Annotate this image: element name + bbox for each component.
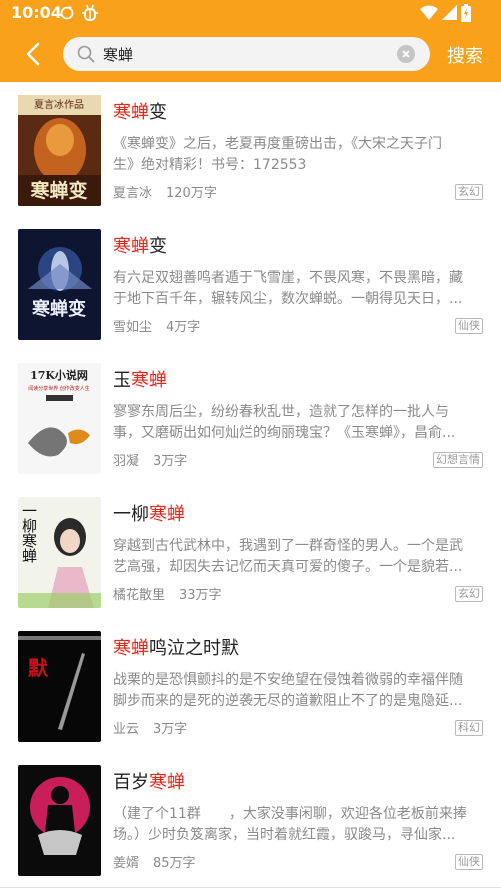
- wifi-icon: [420, 5, 438, 25]
- book-word-count: 85万字: [153, 856, 196, 871]
- book-description: 穿越到古代武林中，我遇到了一群奇怪的男人。一个是武 艺高强，却因失去记忆而天真可…: [113, 538, 463, 575]
- title-keyword-highlight: 寒蝉: [131, 370, 167, 391]
- genre-tag: 仙侠: [455, 318, 483, 334]
- genre-tag: 玄幻: [455, 586, 483, 602]
- book-author: 姜婿: [113, 856, 140, 871]
- bug-icon: [81, 3, 99, 27]
- title-keyword-highlight: 寒蝉: [113, 236, 149, 257]
- cover-brand: 17K小说网: [30, 368, 88, 382]
- book-word-count: 3万字: [153, 722, 188, 737]
- book-meta: 羽凝 3万字: [113, 450, 187, 469]
- battery-icon: [461, 4, 471, 26]
- book-description: 战栗的是恐惧颤抖的是不安绝望在侵蚀着微弱的幸福伴随 脚步而来的是死的逆袭无尽的道…: [113, 672, 463, 709]
- book-cover: [18, 765, 101, 876]
- search-input[interactable]: [103, 40, 383, 68]
- genre-tag: 幻想言情: [433, 452, 483, 468]
- book-cover: 默: [18, 631, 101, 742]
- cover-slogan: 阅读分享世界 创作改变人生: [28, 385, 90, 392]
- title-keyword-highlight: 寒蝉: [149, 504, 185, 525]
- status-bar: 10:04: [0, 0, 501, 27]
- book-description: 有六足双翅善鸣者遁于飞雪崖，不畏风寒，不畏黑暗，藏 于地下百千年，辗转风尘，数次…: [113, 270, 463, 307]
- book-title: 寒蝉变: [113, 102, 167, 123]
- book-meta: 雪如尘 4万字: [113, 316, 200, 335]
- book-author: 雪如尘: [113, 320, 153, 335]
- book-title: 玉寒蝉: [113, 370, 167, 391]
- title-keyword-highlight: 寒蝉: [113, 102, 149, 123]
- status-time: 10:04: [11, 3, 62, 22]
- book-meta: 橘花散里 33万字: [113, 584, 222, 603]
- book-item[interactable]: 寒蝉变 寒蝉变 有六足双翅善鸣者遁于飞雪崖，不畏风寒，不畏黑暗，藏 于地下百千年…: [0, 216, 501, 350]
- search-icon: [77, 45, 95, 67]
- book-item[interactable]: 17K小说网 阅读分享世界 创作改变人生 玉寒蝉 寥寥东周后尘，纷纷春秋乱世，造…: [0, 350, 501, 484]
- book-author: 橘花散里: [113, 588, 166, 603]
- back-button[interactable]: [18, 39, 48, 69]
- sync-icon: [59, 3, 75, 25]
- book-author: 羽凝: [113, 454, 140, 469]
- genre-tag: 玄幻: [455, 184, 483, 200]
- book-title: 一柳寒蝉: [113, 504, 185, 525]
- book-description: 《寒蝉变》之后，老夏再度重磅出击，《大宋之天子门 生》绝对精彩！书号：17255…: [113, 136, 442, 173]
- search-box[interactable]: [63, 37, 430, 71]
- book-cover: 17K小说网 阅读分享世界 创作改变人生: [18, 363, 101, 474]
- title-keyword-highlight: 寒蝉: [149, 772, 185, 793]
- book-item[interactable]: 百岁寒蝉 （建了个11群 ，大家没事闲聊，欢迎各位老板前来捧 场。）少时负笈离家…: [0, 752, 501, 886]
- book-title: 百岁寒蝉: [113, 772, 185, 793]
- book-word-count: 120万字: [166, 186, 217, 201]
- book-title: 寒蝉鸣泣之时默: [113, 638, 239, 659]
- search-button[interactable]: 搜索: [447, 42, 483, 68]
- cover-title: 寒蝉变: [31, 298, 86, 320]
- book-cover: 寒蝉变: [18, 229, 101, 340]
- book-author: 业云: [113, 722, 140, 737]
- book-item[interactable]: 一柳寒蝉 一柳寒蝉 穿越到古代武林中，我遇到了一群奇怪的男人。一个是武 艺高强，…: [0, 484, 501, 618]
- cover-author: 夏言冰作品: [34, 98, 84, 111]
- book-word-count: 3万字: [153, 454, 188, 469]
- book-cover: 夏言冰作品 寒蝉变: [18, 95, 101, 206]
- book-description: （建了个11群 ，大家没事闲聊，欢迎各位老板前来捧 场。）少时负笈离家，当时着就…: [113, 806, 467, 843]
- book-description: 寥寥东周后尘，纷纷春秋乱世，造就了怎样的一批人与 事，又磨砺出如何灿烂的绚丽瑰宝…: [113, 404, 456, 441]
- book-author: 夏言冰: [113, 186, 153, 201]
- title-keyword-highlight: 寒蝉: [113, 638, 149, 659]
- clear-icon[interactable]: [397, 45, 415, 63]
- book-word-count: 33万字: [179, 588, 222, 603]
- book-title: 寒蝉变: [113, 236, 167, 257]
- cover-title: 寒蝉变: [30, 179, 87, 202]
- genre-tag: 科幻: [455, 720, 483, 736]
- book-item[interactable]: 夏言冰作品 寒蝉变 寒蝉变 《寒蝉变》之后，老夏再度重磅出击，《大宋之天子门 生…: [0, 82, 501, 216]
- book-cover: 一柳寒蝉: [18, 497, 101, 608]
- book-meta: 业云 3万字: [113, 718, 187, 737]
- book-item[interactable]: 默 寒蝉鸣泣之时默 战栗的是恐惧颤抖的是不安绝望在侵蚀着微弱的幸福伴随 脚步而来…: [0, 618, 501, 752]
- cover-title: 一柳寒蝉: [20, 503, 38, 563]
- search-toolbar: 搜索: [0, 27, 501, 82]
- bottom-divider: [0, 887, 501, 888]
- cover-title: 默: [28, 656, 49, 680]
- book-meta: 姜婿 85万字: [113, 852, 196, 871]
- signal-icon: [442, 5, 458, 25]
- book-word-count: 4万字: [166, 320, 201, 335]
- book-meta: 夏言冰 120万字: [113, 182, 217, 201]
- back-arrow-icon: [26, 42, 40, 66]
- genre-tag: 仙侠: [455, 854, 483, 870]
